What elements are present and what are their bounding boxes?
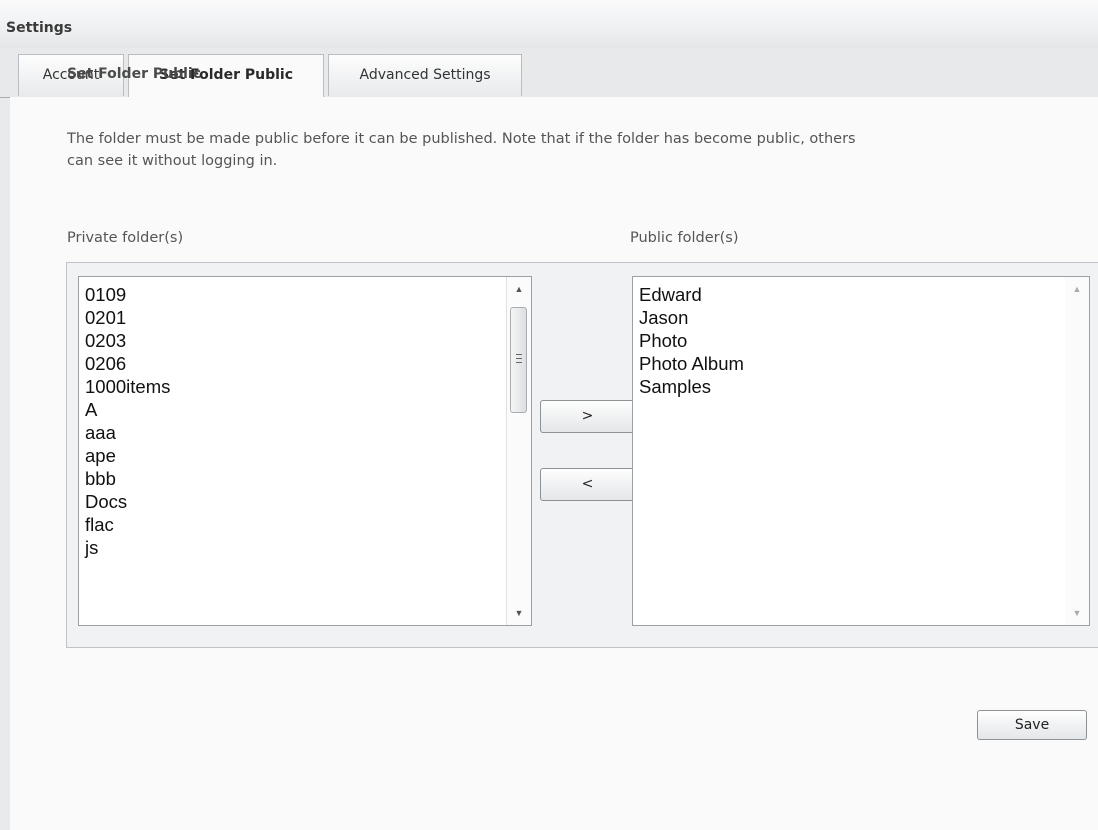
list-item[interactable]: 0109 [85, 283, 170, 306]
scroll-down-arrow-icon[interactable]: ▼ [1065, 603, 1089, 623]
scroll-up-arrow-icon[interactable]: ▲ [1065, 279, 1089, 299]
private-folders-listbox[interactable]: 0109 0201 0203 0206 1000items A aaa ape … [78, 276, 532, 626]
public-folders-label: Public folder(s) [630, 230, 739, 246]
list-item[interactable]: 0201 [85, 306, 170, 329]
list-item[interactable]: Docs [85, 490, 170, 513]
public-list-scrollbar[interactable]: ▲ ▼ [1065, 277, 1089, 625]
list-item[interactable]: Jason [639, 306, 744, 329]
list-item[interactable]: Samples [639, 375, 744, 398]
save-button[interactable]: Save [977, 710, 1087, 740]
scroll-up-arrow-icon[interactable]: ▲ [507, 279, 531, 299]
section-description: The folder must be made public before it… [67, 131, 856, 169]
list-item[interactable]: A [85, 398, 170, 421]
private-folders-items: 0109 0201 0203 0206 1000items A aaa ape … [85, 283, 170, 559]
list-item[interactable]: Edward [639, 283, 744, 306]
scroll-down-arrow-icon[interactable]: ▼ [507, 603, 531, 623]
public-folders-listbox[interactable]: Edward Jason Photo Photo Album Samples ▲… [632, 276, 1090, 626]
list-item[interactable]: 1000items [85, 375, 170, 398]
window-title: Settings [6, 20, 73, 36]
title-bar: Settings [0, 0, 1098, 49]
list-item[interactable]: flac [85, 513, 170, 536]
tab-advanced-settings[interactable]: Advanced Settings [328, 54, 522, 96]
list-item[interactable]: Photo Album [639, 352, 744, 375]
list-item[interactable]: ape [85, 444, 170, 467]
scrollbar-thumb[interactable] [510, 307, 527, 413]
section-title: Set Folder Public [67, 66, 201, 82]
list-item[interactable]: bbb [85, 467, 170, 490]
move-to-public-button[interactable]: > [540, 400, 635, 433]
list-item[interactable]: 0206 [85, 352, 170, 375]
grip-icon [516, 354, 522, 363]
move-to-private-button[interactable]: < [540, 468, 635, 501]
list-item[interactable]: aaa [85, 421, 170, 444]
public-folders-items: Edward Jason Photo Photo Album Samples [639, 283, 744, 398]
private-list-scrollbar[interactable]: ▲ ▼ [506, 277, 531, 625]
list-item[interactable]: 0203 [85, 329, 170, 352]
private-folders-label: Private folder(s) [67, 230, 184, 246]
list-item[interactable]: js [85, 536, 170, 559]
list-item[interactable]: Photo [639, 329, 744, 352]
